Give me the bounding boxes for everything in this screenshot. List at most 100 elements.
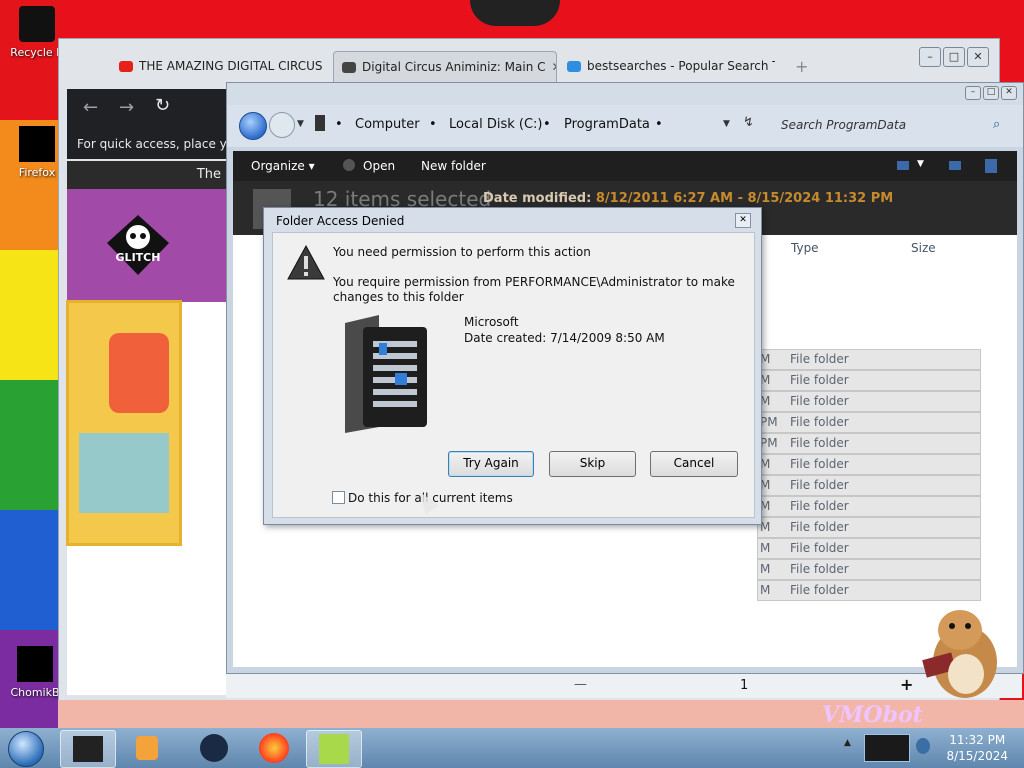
- row-date-fragment: PM: [760, 415, 778, 429]
- explorer-address-row: ▼ • Computer • Local Disk (C:) • Program…: [227, 105, 1023, 147]
- file-row[interactable]: M File folder: [757, 370, 981, 391]
- file-row[interactable]: M File folder: [757, 496, 981, 517]
- tab-label: bestsearches - Popular Search T: [587, 59, 775, 73]
- skip-button[interactable]: Skip: [549, 451, 636, 477]
- row-type: File folder: [790, 562, 849, 576]
- refresh-icon[interactable]: ↯: [743, 115, 754, 130]
- search-icon[interactable]: ⌕: [993, 117, 1000, 132]
- organize-button[interactable]: Organize ▾: [251, 159, 315, 173]
- explorer-taskbar-icon: [73, 736, 103, 762]
- tab-bestsearches[interactable]: bestsearches - Popular Search T✕: [559, 51, 775, 81]
- tab-amazing-digital-circus[interactable]: THE AMAZING DIGITAL CIRCUS✕: [111, 51, 327, 81]
- breadcrumb-programdata[interactable]: ProgramData: [564, 117, 650, 132]
- breadcrumb-computer[interactable]: Computer: [355, 117, 420, 132]
- browser-minimize-button[interactable]: –: [919, 47, 941, 67]
- taskbar-globe-button[interactable]: [186, 730, 240, 766]
- breadcrumb-separator-icon: •: [655, 117, 663, 132]
- dialog-body: You need permission to perform this acti…: [272, 232, 755, 518]
- view-dropdown-icon[interactable]: ▼: [917, 159, 924, 169]
- dialog-title: Folder Access Denied: [276, 214, 405, 228]
- row-type: File folder: [790, 436, 849, 450]
- row-type: File folder: [790, 520, 849, 534]
- taskbar-firefox-button[interactable]: [246, 730, 300, 766]
- globe-icon: [200, 734, 228, 762]
- tray-expand-icon[interactable]: ▲: [844, 738, 858, 756]
- organize-label: Organize: [251, 159, 305, 173]
- help-icon[interactable]: [985, 159, 997, 173]
- zoom-out-button[interactable]: —: [574, 677, 587, 692]
- firefox-icon: [19, 126, 55, 162]
- item-name: Microsoft: [464, 315, 519, 329]
- computer-icon: [315, 115, 325, 131]
- taskbar-chomikbox-button[interactable]: [306, 730, 362, 768]
- do-this-for-all-checkbox[interactable]: [332, 491, 345, 504]
- back-arrow-icon[interactable]: ←: [83, 97, 98, 118]
- tray-vm-icon[interactable]: [864, 734, 910, 762]
- file-row[interactable]: M File folder: [757, 517, 981, 538]
- history-dropdown-icon[interactable]: ▼: [297, 119, 304, 129]
- try-again-button[interactable]: Try Again: [448, 451, 534, 477]
- column-header-size[interactable]: Size: [911, 241, 936, 255]
- file-row[interactable]: M File folder: [757, 454, 981, 475]
- file-row[interactable]: M File folder: [757, 580, 981, 601]
- file-row[interactable]: PM File folder: [757, 412, 981, 433]
- row-date-fragment: PM: [760, 436, 778, 450]
- browser-maximize-button[interactable]: □: [943, 47, 965, 67]
- dialog-message: You require permission from PERFORMANCE\…: [333, 275, 735, 304]
- file-row[interactable]: PM File folder: [757, 433, 981, 454]
- bookmarks-hint-text: For quick access, place your: [67, 129, 227, 159]
- view-options-icon[interactable]: [897, 161, 909, 170]
- open-button[interactable]: Open: [363, 159, 395, 173]
- explorer-close-button[interactable]: ✕: [1001, 86, 1017, 100]
- taskbar-clock[interactable]: 11:32 PM 8/15/2024: [946, 732, 1008, 764]
- explorer-toolbar: Organize ▾ Open New folder ▼: [233, 151, 1017, 181]
- start-button[interactable]: [8, 731, 44, 767]
- item-date-created: Date created: 7/14/2009 8:50 AM: [464, 331, 665, 345]
- tab-digital-circus-animiniz[interactable]: Digital Circus Animiniz: Main C ✕: [333, 51, 557, 82]
- zoom-in-button[interactable]: +: [900, 675, 913, 694]
- file-row[interactable]: M File folder: [757, 349, 981, 370]
- row-type: File folder: [790, 394, 849, 408]
- youtube-icon: [119, 61, 133, 72]
- folder-icon: [345, 315, 427, 433]
- date-modified-range: Date modified: 8/12/2011 6:27 AM - 8/15/…: [483, 191, 893, 206]
- breadcrumb-local-disk[interactable]: Local Disk (C:): [449, 117, 542, 132]
- browser-close-button[interactable]: ✕: [967, 47, 989, 67]
- file-row[interactable]: M File folder: [757, 559, 981, 580]
- book-art-sky: [79, 433, 169, 513]
- preview-pane-icon[interactable]: [949, 161, 961, 170]
- search-placeholder: Search ProgramData: [781, 118, 907, 132]
- column-header-type[interactable]: Type: [791, 241, 819, 255]
- forward-arrow-icon[interactable]: →: [119, 97, 134, 118]
- media-player-icon: [136, 736, 158, 760]
- tab-close-icon[interactable]: ✕: [552, 60, 557, 74]
- glitch-logo-text: GLITCH: [116, 251, 161, 264]
- tray-network-icon[interactable]: [916, 738, 930, 754]
- wallpaper-stripe-blue: [0, 510, 60, 630]
- file-row[interactable]: M File folder: [757, 538, 981, 559]
- open-icon: [343, 159, 355, 171]
- new-tab-button[interactable]: +: [795, 57, 808, 76]
- taskbar-explorer-button[interactable]: [60, 730, 116, 768]
- explorer-search-box[interactable]: Search ProgramData ⌕: [777, 113, 1013, 139]
- row-date-fragment: M: [760, 541, 771, 555]
- file-row[interactable]: M File folder: [757, 475, 981, 496]
- reload-icon[interactable]: ↻: [155, 95, 170, 116]
- explorer-back-button[interactable]: [239, 112, 267, 140]
- explorer-maximize-button[interactable]: □: [983, 86, 999, 100]
- dialog-close-button[interactable]: ✕: [735, 213, 751, 228]
- date-modified-value: 8/12/2011 6:27 AM - 8/15/2024 11:32 PM: [595, 191, 894, 206]
- explorer-minimize-button[interactable]: –: [965, 86, 981, 100]
- explorer-forward-button[interactable]: [269, 112, 295, 138]
- chomikbox-icon: [319, 734, 349, 764]
- cancel-button[interactable]: Cancel: [650, 451, 738, 477]
- row-type: File folder: [790, 352, 849, 366]
- desktop-icon-label: Firefox: [18, 166, 56, 179]
- file-row[interactable]: M File folder: [757, 391, 981, 412]
- new-folder-button[interactable]: New folder: [421, 159, 486, 173]
- clock-time: 11:32 PM: [949, 733, 1006, 747]
- address-dropdown-icon[interactable]: ▼: [723, 119, 730, 129]
- taskbar-media-player-button[interactable]: [120, 730, 174, 766]
- dialog-heading: You need permission to perform this acti…: [333, 245, 591, 259]
- wallpaper-stripe-green: [0, 380, 60, 510]
